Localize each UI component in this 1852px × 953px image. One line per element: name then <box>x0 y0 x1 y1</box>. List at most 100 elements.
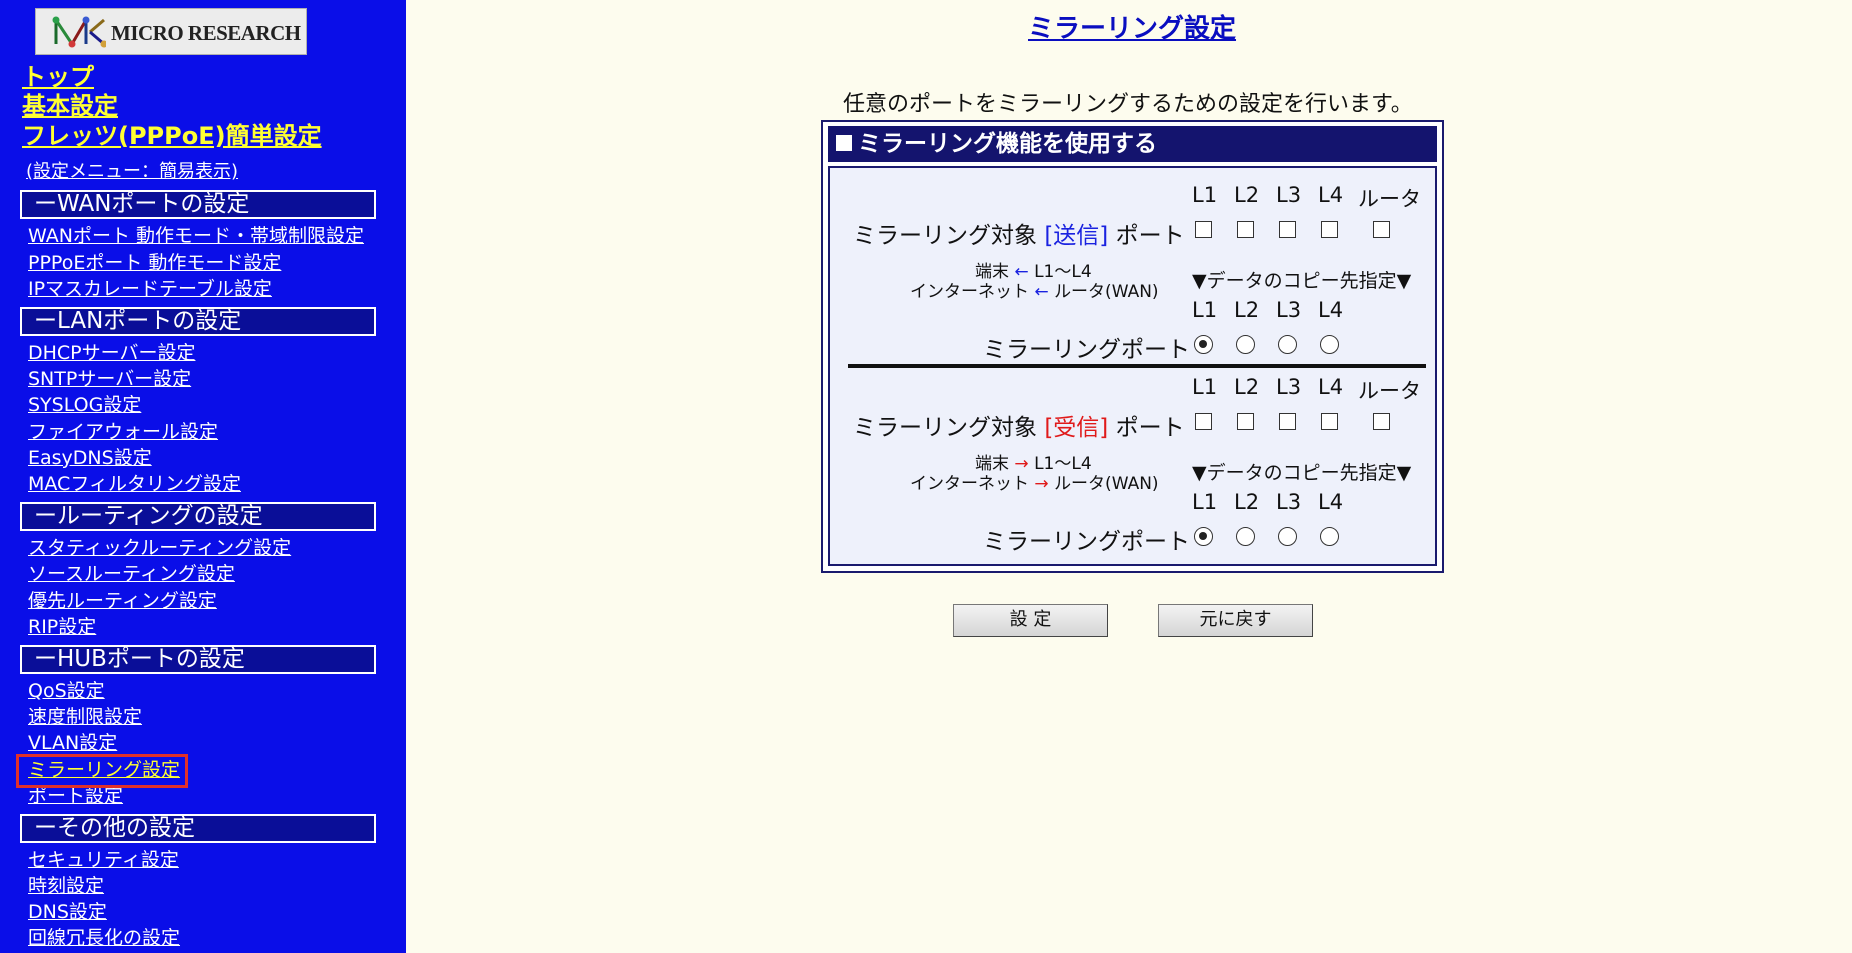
send-copy-dest-label: ▼データのコピー先指定▼ <box>1192 270 1412 292</box>
recv-mirror-header-l4: L4 <box>1318 490 1344 514</box>
recv-target-router-checkbox[interactable] <box>1373 413 1390 430</box>
page-title: ミラーリング設定 <box>1028 14 1237 44</box>
page-description: 任意のポートをミラーリングするための設定を行います。 <box>843 92 1413 117</box>
send-arrow-icon: ← <box>1034 282 1049 302</box>
sidebar-item-sntp[interactable]: SNTPサーバー設定 <box>28 367 191 391</box>
recv-target-label: ミラーリング対象 [受信] ポート <box>853 408 1185 442</box>
section-wan: ーWANポートの設定 <box>20 190 376 219</box>
sidebar-item-clock[interactable]: 時刻設定 <box>28 874 104 898</box>
top-link[interactable]: トップ <box>22 64 94 90</box>
send-header-l2: L2 <box>1234 183 1260 207</box>
send-target-l2-checkbox[interactable] <box>1237 221 1254 238</box>
recv-mirror-l1-radio[interactable] <box>1194 527 1213 546</box>
send-mirror-l1-radio[interactable] <box>1194 335 1213 354</box>
recv-target-suffix: ポート <box>1115 415 1185 441</box>
recv-mirror-header-l3: L3 <box>1276 490 1302 514</box>
send-flow-router: ルータ(WAN) <box>1054 282 1159 302</box>
recv-mirror-header-l2: L2 <box>1234 490 1260 514</box>
sidebar-item-source-routing[interactable]: ソースルーティング設定 <box>28 562 235 586</box>
send-flow-line2: インターネット ← ルータ(WAN) <box>910 277 1159 302</box>
send-flow-internet: インターネット <box>910 282 1029 302</box>
recv-target-l1-checkbox[interactable] <box>1195 413 1212 430</box>
active-item-highlight <box>16 754 188 788</box>
enable-mirroring-checkbox[interactable] <box>836 135 852 151</box>
sidebar-item-mac-filter[interactable]: MACフィルタリング設定 <box>28 472 241 496</box>
section-routing: ールーティングの設定 <box>20 502 376 531</box>
recv-header-router: ルータ <box>1358 379 1421 403</box>
recv-copy-dest-label: ▼データのコピー先指定▼ <box>1192 462 1412 484</box>
sidebar-item-speed-limit[interactable]: 速度制限設定 <box>28 705 142 729</box>
sidebar-item-wan-mode[interactable]: WANポート 動作モード・帯域制限設定 <box>28 224 364 248</box>
send-header-router: ルータ <box>1358 187 1421 211</box>
recv-target-l2-checkbox[interactable] <box>1237 413 1254 430</box>
sidebar-item-syslog[interactable]: SYSLOG設定 <box>28 393 141 417</box>
sidebar-item-ip-masquerade[interactable]: IPマスカレードテーブル設定 <box>28 277 272 301</box>
send-target-router-checkbox[interactable] <box>1373 221 1390 238</box>
logo-brand-text: MICRO RESEARCH <box>111 21 301 45</box>
recv-arrow-icon: → <box>1034 474 1049 494</box>
send-mirror-l4-radio[interactable] <box>1320 335 1339 354</box>
sidebar-item-dns[interactable]: DNS設定 <box>28 900 107 924</box>
sidebar-item-firewall[interactable]: ファイアウォール設定 <box>28 420 218 444</box>
send-target-l3-checkbox[interactable] <box>1279 221 1296 238</box>
reset-button[interactable]: 元に戻す <box>1158 604 1313 637</box>
recv-mirror-port-label: ミラーリングポート <box>983 529 1190 555</box>
recv-flow-router: ルータ(WAN) <box>1054 474 1159 494</box>
sidebar-item-easydns[interactable]: EasyDNS設定 <box>28 446 152 470</box>
recv-header-l1: L1 <box>1192 375 1218 399</box>
section-other: ーその他の設定 <box>20 814 376 843</box>
recv-header-l2: L2 <box>1234 375 1260 399</box>
sidebar-item-security[interactable]: セキュリティ設定 <box>28 848 179 872</box>
microresearch-logo-icon <box>52 16 106 48</box>
recv-target-l3-checkbox[interactable] <box>1279 413 1296 430</box>
section-lan: ーLANポートの設定 <box>20 307 376 336</box>
send-mirror-l3-radio[interactable] <box>1278 335 1297 354</box>
send-header-l4: L4 <box>1318 183 1344 207</box>
sidebar-item-static-routing[interactable]: スタティックルーティング設定 <box>28 536 291 560</box>
sidebar-item-vlan[interactable]: VLAN設定 <box>28 731 117 755</box>
send-target-l4-checkbox[interactable] <box>1321 221 1338 238</box>
recv-target-prefix: ミラーリング対象 <box>853 415 1037 441</box>
section-hub: ーHUBポートの設定 <box>20 645 376 674</box>
send-target-prefix: ミラーリング対象 <box>853 223 1037 249</box>
recv-mirror-l4-radio[interactable] <box>1320 527 1339 546</box>
sidebar-item-redundancy[interactable]: 回線冗長化の設定 <box>28 926 180 950</box>
send-target-l1-checkbox[interactable] <box>1195 221 1212 238</box>
sidebar: MICRO RESEARCH トップ 基本設定 フレッツ(PPPoE)簡単設定 … <box>0 0 406 953</box>
send-mirror-l2-radio[interactable] <box>1236 335 1255 354</box>
sidebar-item-dhcp[interactable]: DHCPサーバー設定 <box>28 341 195 365</box>
send-target-label: ミラーリング対象 [送信] ポート <box>853 216 1185 250</box>
recv-target-tag: [受信] <box>1044 415 1109 441</box>
recv-header-l4: L4 <box>1318 375 1344 399</box>
send-mirror-header-l3: L3 <box>1276 298 1302 322</box>
flets-easy-setup-link[interactable]: フレッツ(PPPoE)簡単設定 <box>22 123 322 149</box>
send-mirror-header-l4: L4 <box>1318 298 1344 322</box>
send-mirror-header-l2: L2 <box>1234 298 1260 322</box>
panel-header: ミラーリング機能を使用する <box>828 126 1437 162</box>
mirroring-panel: ミラーリング機能を使用する L1 L2 L3 L4 ルータ ミラーリング対象 [… <box>821 120 1444 573</box>
sidebar-item-priority-routing[interactable]: 優先ルーティング設定 <box>28 589 217 613</box>
logo[interactable]: MICRO RESEARCH <box>35 8 307 55</box>
enable-mirroring-label: ミラーリング機能を使用する <box>858 131 1157 157</box>
recv-mirror-header-l1: L1 <box>1192 490 1218 514</box>
basic-settings-link[interactable]: 基本設定 <box>22 93 118 119</box>
sidebar-item-pppoe-mode[interactable]: PPPoEポート 動作モード設定 <box>28 251 281 275</box>
recv-target-l4-checkbox[interactable] <box>1321 413 1338 430</box>
recv-flow-internet: インターネット <box>910 474 1029 494</box>
send-mirror-port-label: ミラーリングポート <box>983 337 1190 363</box>
panel-body: L1 L2 L3 L4 ルータ ミラーリング対象 [送信] ポート 端末 ← L… <box>828 166 1437 566</box>
recv-flow-line2: インターネット → ルータ(WAN) <box>910 469 1159 494</box>
send-header-l3: L3 <box>1276 183 1302 207</box>
send-header-l1: L1 <box>1192 183 1218 207</box>
send-target-tag: [送信] <box>1044 223 1109 249</box>
section-divider <box>848 364 1426 368</box>
send-target-suffix: ポート <box>1115 223 1185 249</box>
recv-mirror-l3-radio[interactable] <box>1278 527 1297 546</box>
menu-display-toggle[interactable]: (設定メニュー：簡易表示) <box>26 160 238 184</box>
sidebar-item-qos[interactable]: QoS設定 <box>28 679 105 703</box>
recv-header-l3: L3 <box>1276 375 1302 399</box>
send-mirror-header-l1: L1 <box>1192 298 1218 322</box>
recv-mirror-l2-radio[interactable] <box>1236 527 1255 546</box>
sidebar-item-rip[interactable]: RIP設定 <box>28 615 96 639</box>
apply-button[interactable]: 設 定 <box>953 604 1108 637</box>
